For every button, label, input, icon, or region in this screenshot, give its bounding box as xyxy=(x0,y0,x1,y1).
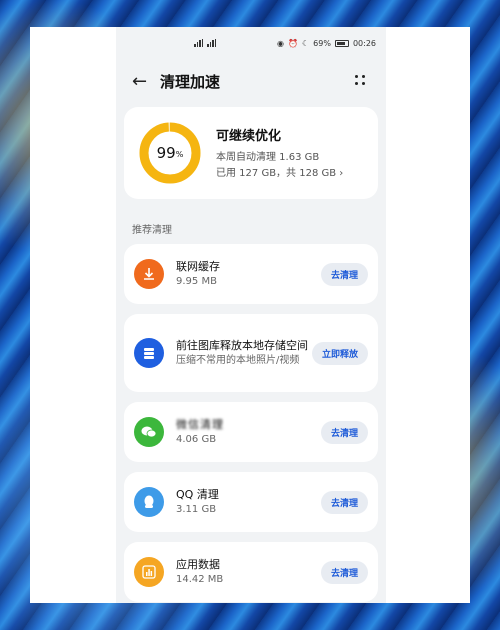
eye-icon: ◉ xyxy=(277,38,285,48)
clean-button[interactable]: 去清理 xyxy=(320,490,368,514)
status-right: ◉ ⏰ ☾ 69% 00:26 xyxy=(277,39,376,48)
signal-icon xyxy=(194,39,203,47)
clock: 00:26 xyxy=(352,38,376,48)
item-title: 微信清理 xyxy=(176,418,224,431)
list-item-app-data[interactable]: 应用数据 14.42 MB 去清理 xyxy=(124,542,378,602)
list-item-gallery-free-space[interactable]: 前往图库释放本地存储空间 压缩不常用的本地照片/视频 立即释放 xyxy=(124,314,378,392)
page-title: 清理加速 xyxy=(160,72,221,91)
ring-percent: 99 xyxy=(156,144,176,162)
item-size: 14.42 MB xyxy=(176,574,224,585)
item-title: 联网缓存 xyxy=(176,260,220,273)
item-title: 前往图库释放本地存储空间 xyxy=(176,339,308,352)
item-desc: 压缩不常用的本地照片/视频 xyxy=(176,355,300,366)
section-label: 推荐清理 xyxy=(132,225,172,236)
clean-button[interactable]: 去清理 xyxy=(320,420,368,444)
item-body: 应用数据 14.42 MB xyxy=(176,557,321,587)
phone-screen: ◉ ⏰ ☾ 69% 00:26 ← 清理加速 99% 可继续优化 本周自动清理 … xyxy=(116,27,386,603)
item-title: 应用数据 xyxy=(176,558,220,571)
chevron-right-icon: › xyxy=(339,167,344,179)
status-bar: ◉ ⏰ ☾ 69% 00:26 xyxy=(116,27,386,59)
download-icon xyxy=(134,259,164,289)
wechat-icon xyxy=(134,417,164,447)
ring-label: 99% xyxy=(138,121,202,185)
app-data-icon xyxy=(134,557,164,587)
storage-ring-gauge: 99% xyxy=(138,121,202,185)
moon-icon: ☾ xyxy=(301,38,310,48)
ring-percent-sign: % xyxy=(175,150,184,159)
summary-info: 可继续优化 本周自动清理 1.63 GB 已用 127 GB，共 128 GB … xyxy=(216,125,343,182)
item-body: 微信清理 4.06 GB xyxy=(176,417,321,447)
item-body: 联网缓存 9.95 MB xyxy=(176,259,321,289)
list-item-qq[interactable]: QQ 清理 3.11 GB 去清理 xyxy=(124,472,378,532)
item-size: 4.06 GB xyxy=(176,434,217,445)
item-body: 前往图库释放本地存储空间 压缩不常用的本地照片/视频 xyxy=(176,338,312,368)
alarm-icon: ⏰ xyxy=(288,38,298,48)
clean-button[interactable]: 去清理 xyxy=(320,262,368,286)
back-arrow-icon[interactable]: ← xyxy=(132,71,160,92)
storage-used: 已用 127 GB，共 128 GB › xyxy=(216,166,343,182)
item-size: 3.11 GB xyxy=(176,504,217,515)
storage-used-text: 已用 127 GB，共 128 GB xyxy=(216,167,337,179)
item-title: QQ 清理 xyxy=(176,488,219,501)
clean-button[interactable]: 去清理 xyxy=(320,560,368,584)
signal-icon-2 xyxy=(207,39,216,47)
weekly-cleaned: 本周自动清理 1.63 GB xyxy=(216,151,320,163)
more-options-icon[interactable] xyxy=(354,74,366,86)
battery-percent: 69% xyxy=(313,38,331,48)
summary-title: 可继续优化 xyxy=(216,128,282,144)
storage-summary-card[interactable]: 99% 可继续优化 本周自动清理 1.63 GB 已用 127 GB，共 128… xyxy=(124,107,378,199)
qq-icon xyxy=(134,487,164,517)
storage-icon xyxy=(134,338,164,368)
battery-icon xyxy=(334,39,349,47)
item-size: 9.95 MB xyxy=(176,276,217,287)
item-body: QQ 清理 3.11 GB xyxy=(176,487,321,517)
title-bar: ← 清理加速 xyxy=(116,59,386,103)
free-now-button[interactable]: 立即释放 xyxy=(311,341,368,365)
signal-indicators xyxy=(194,39,216,47)
list-item-network-cache[interactable]: 联网缓存 9.95 MB 去清理 xyxy=(124,244,378,304)
list-item-wechat[interactable]: 微信清理 4.06 GB 去清理 xyxy=(124,402,378,462)
